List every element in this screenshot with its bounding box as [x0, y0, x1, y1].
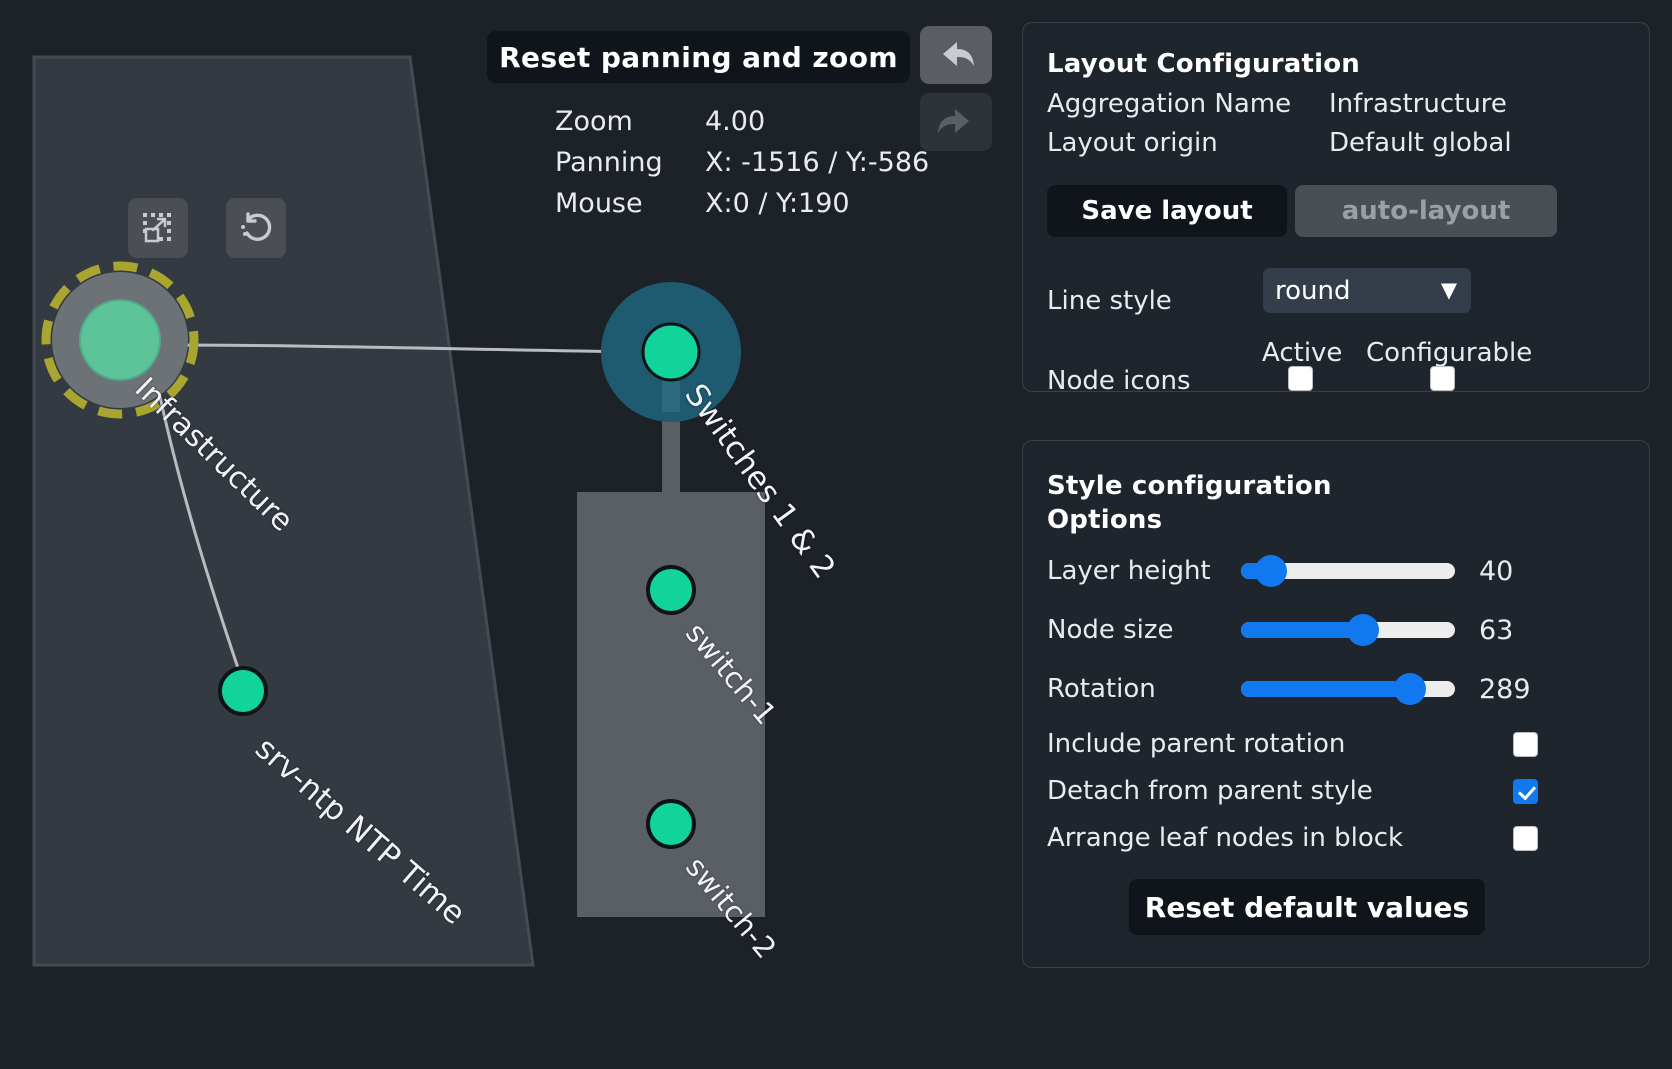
status-row: Panning X: -1516 / Y:-586 [555, 143, 929, 182]
slider-value-layer-height: 40 [1479, 556, 1513, 587]
slider-fill [1241, 681, 1410, 697]
reset-panning-zoom-button[interactable]: Reset panning and zoom [487, 31, 910, 83]
reset-rotation-button[interactable] [226, 198, 286, 258]
node-switch-2[interactable] [648, 801, 694, 847]
slider-row-node-size: Node size 63 [1047, 612, 1631, 648]
resize-node-button[interactable] [128, 198, 188, 258]
slider-track-layer-height[interactable] [1241, 563, 1455, 579]
node-icons-label: Node icons [1047, 366, 1191, 396]
redo-icon [935, 103, 977, 141]
column-header-configurable: Configurable [1366, 338, 1532, 368]
slider-value-rotation: 289 [1479, 674, 1531, 705]
status-key: Zoom [555, 102, 703, 141]
status-value: 4.00 [705, 102, 929, 141]
slider-knob-layer-height[interactable] [1255, 555, 1287, 587]
reset-default-values-button[interactable]: Reset default values [1129, 879, 1485, 935]
node-infrastructure[interactable] [80, 300, 160, 380]
slider-track-node-size[interactable] [1241, 622, 1455, 638]
status-value: X: -1516 / Y:-586 [705, 143, 929, 182]
include-parent-rotation-checkbox[interactable] [1513, 732, 1538, 757]
slider-fill [1241, 622, 1363, 638]
slider-knob-node-size[interactable] [1347, 614, 1379, 646]
option-label-detach-from-parent-style: Detach from parent style [1047, 776, 1513, 806]
slider-label-layer-height: Layer height [1047, 556, 1241, 586]
status-key: Panning [555, 143, 703, 182]
undo-icon [935, 36, 977, 74]
layout-origin-value: Default global [1329, 124, 1631, 163]
slider-row-rotation: Rotation 289 [1047, 671, 1631, 707]
layout-origin-row: Layout origin Default global [1047, 124, 1631, 163]
option-label-include-parent-rotation: Include parent rotation [1047, 729, 1513, 759]
layout-panel-title: Layout Configuration [1047, 49, 1360, 79]
node-switch-1[interactable] [648, 567, 694, 613]
resize-node-icon [141, 211, 175, 245]
node-icons-active-checkbox[interactable] [1288, 366, 1313, 391]
auto-layout-button[interactable]: auto-layout [1295, 185, 1557, 237]
slider-value-node-size: 63 [1479, 615, 1513, 646]
column-header-active: Active [1262, 338, 1342, 368]
option-row-include-parent-rotation: Include parent rotation [1047, 727, 1631, 761]
aggregation-name-label: Aggregation Name [1047, 85, 1329, 124]
style-panel-title-line1: Style configuration [1047, 471, 1332, 501]
switches-block [577, 492, 765, 917]
line-style-label: Line style [1047, 286, 1172, 316]
status-row: Zoom 4.00 [555, 102, 929, 141]
slider-label-rotation: Rotation [1047, 674, 1241, 704]
status-value: X:0 / Y:190 [705, 184, 929, 223]
node-switches[interactable] [643, 324, 699, 380]
layout-configuration-panel: Layout Configuration Aggregation Name In… [1022, 22, 1650, 392]
reset-rotation-icon [239, 211, 273, 245]
save-layout-button[interactable]: Save layout [1047, 185, 1287, 237]
style-configuration-panel: Style configuration Options Layer height… [1022, 440, 1650, 968]
app-root: Infrastructure srv-ntp NTP Time Switches… [0, 0, 1672, 1069]
detach-from-parent-style-checkbox[interactable] [1513, 779, 1538, 804]
arrange-leaf-nodes-checkbox[interactable] [1513, 826, 1538, 851]
slider-label-node-size: Node size [1047, 615, 1241, 645]
slider-track-rotation[interactable] [1241, 681, 1455, 697]
option-label-arrange-leaf-nodes: Arrange leaf nodes in block [1047, 823, 1513, 853]
node-srv-ntp[interactable] [220, 668, 266, 714]
style-panel-title-line2: Options [1047, 505, 1162, 535]
status-key: Mouse [555, 184, 703, 223]
slider-knob-rotation[interactable] [1394, 673, 1426, 705]
chevron-down-icon: ▼ [1441, 280, 1457, 301]
infrastructure-group-shape [34, 57, 533, 965]
option-row-detach-from-parent-style: Detach from parent style [1047, 774, 1631, 808]
line-style-select[interactable]: round ▼ [1263, 268, 1471, 313]
slider-row-layer-height: Layer height 40 [1047, 553, 1631, 589]
node-icons-configurable-checkbox[interactable] [1430, 366, 1455, 391]
aggregation-name-value: Infrastructure [1329, 85, 1631, 124]
layout-origin-label: Layout origin [1047, 124, 1329, 163]
option-row-arrange-leaf-nodes: Arrange leaf nodes in block [1047, 821, 1631, 855]
line-style-value: round [1275, 276, 1351, 306]
aggregation-name-row: Aggregation Name Infrastructure [1047, 85, 1631, 124]
viewport-status-table: Zoom 4.00 Panning X: -1516 / Y:-586 Mous… [553, 100, 931, 225]
status-row: Mouse X:0 / Y:190 [555, 184, 929, 223]
undo-button[interactable] [920, 26, 992, 84]
